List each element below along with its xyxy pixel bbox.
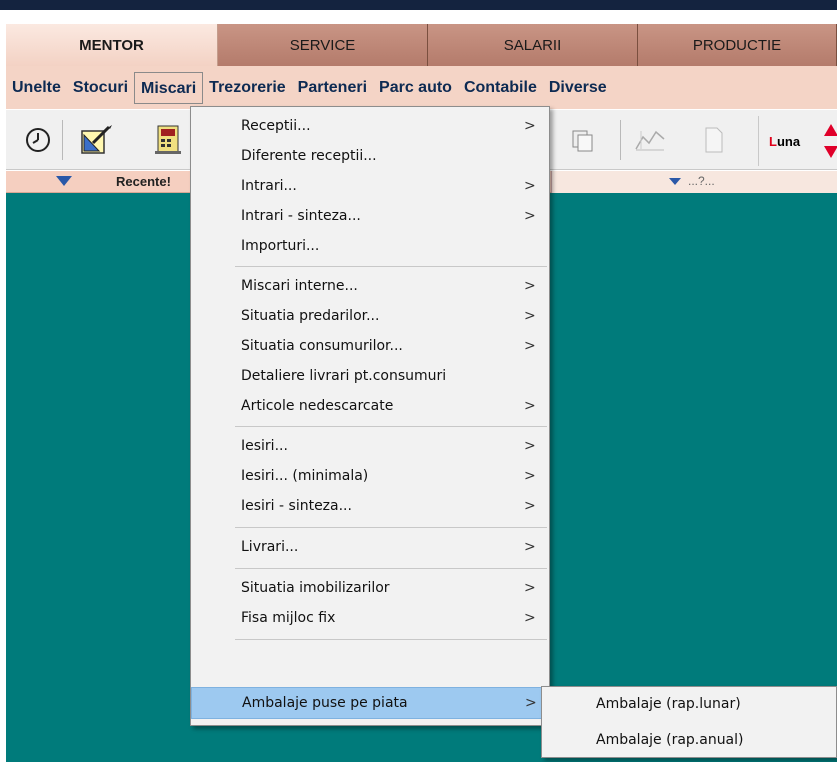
menu-item-label: Livrari... bbox=[241, 539, 299, 555]
menu-item-label: Intrari - sinteza... bbox=[241, 208, 361, 224]
chevron-right-icon: > bbox=[524, 539, 536, 555]
triangle-down-icon bbox=[56, 176, 72, 186]
menu-item-label: Ambalaje puse pe piata bbox=[242, 695, 408, 711]
chevron-right-icon: > bbox=[524, 468, 536, 484]
calculator-icon[interactable] bbox=[146, 118, 190, 162]
chevron-right-icon: > bbox=[524, 438, 536, 454]
chevron-right-icon: > bbox=[524, 498, 536, 514]
menu-bar: Unelte Stocuri Miscari Trezorerie Parten… bbox=[6, 66, 837, 109]
edit-document-icon[interactable] bbox=[74, 118, 118, 162]
menu-item-articole-nedescarcate[interactable]: Articole nedescarcate > bbox=[191, 391, 549, 421]
recent-label: Recente! bbox=[116, 174, 171, 189]
tab-productie[interactable]: PRODUCTIE bbox=[638, 24, 837, 66]
miscari-dropdown: Receptii... > Diferente receptii... Intr… bbox=[190, 106, 550, 726]
blank-page-icon[interactable] bbox=[692, 118, 736, 162]
menu-item-diferente-receptii[interactable]: Diferente receptii... bbox=[191, 141, 549, 171]
menu-stocuri[interactable]: Stocuri bbox=[67, 72, 134, 104]
menu-item-fisa-mijloc-fix[interactable]: Fisa mijloc fix > bbox=[191, 603, 549, 633]
spinner-icon[interactable] bbox=[823, 122, 837, 160]
title-bar bbox=[0, 0, 837, 10]
menu-separator bbox=[235, 527, 547, 528]
menu-item-iesiri[interactable]: Iesiri... > bbox=[191, 431, 549, 461]
menu-diverse[interactable]: Diverse bbox=[543, 72, 613, 104]
clock-icon[interactable] bbox=[16, 118, 60, 162]
menu-item-label: Importuri... bbox=[241, 238, 320, 254]
menu-item-label: Situatia predarilor... bbox=[241, 308, 380, 324]
tab-salarii[interactable]: SALARII bbox=[428, 24, 638, 66]
chart-icon[interactable] bbox=[628, 118, 672, 162]
submenu-item-rap-lunar[interactable]: Ambalaje (rap.lunar) bbox=[596, 696, 741, 712]
menu-item-label: Miscari interne... bbox=[241, 278, 358, 294]
luna-label-first: L bbox=[769, 133, 777, 149]
ambalaje-submenu: Ambalaje (rap.lunar) Ambalaje (rap.anual… bbox=[541, 686, 837, 758]
menu-miscari[interactable]: Miscari bbox=[134, 71, 204, 104]
tab-service[interactable]: SERVICE bbox=[218, 24, 428, 66]
menu-item-situatia-imobilizarilor[interactable]: Situatia imobilizarilor > bbox=[191, 573, 549, 603]
menu-item-receptii[interactable]: Receptii... > bbox=[191, 111, 549, 141]
chevron-right-icon: > bbox=[524, 208, 536, 224]
recent-panel[interactable]: Recente! bbox=[6, 171, 182, 193]
luna-label: una bbox=[776, 133, 801, 149]
chevron-right-icon: > bbox=[525, 695, 537, 711]
menu-parteneri[interactable]: Parteneri bbox=[292, 72, 373, 104]
menu-item-iesiri-minimala[interactable]: Iesiri... (minimala) > bbox=[191, 461, 549, 491]
menu-unelte[interactable]: Unelte bbox=[6, 72, 67, 104]
menu-separator bbox=[235, 426, 547, 427]
chevron-right-icon: > bbox=[524, 398, 536, 414]
chevron-right-icon: > bbox=[524, 178, 536, 194]
help-panel[interactable]: ...?... bbox=[551, 171, 837, 193]
menu-item-detaliere-livrari[interactable]: Detaliere livrari pt.consumuri bbox=[191, 361, 549, 391]
menu-item-ambalaje[interactable]: Ambalaje puse pe piata > bbox=[191, 687, 549, 719]
tab-mentor[interactable]: MENTOR bbox=[6, 24, 218, 66]
menu-separator bbox=[235, 568, 547, 569]
toolbar-separator bbox=[62, 120, 63, 160]
menu-separator bbox=[235, 639, 547, 640]
menu-trezorerie[interactable]: Trezorerie bbox=[203, 72, 291, 104]
menu-item-label: Iesiri... (minimala) bbox=[241, 468, 369, 484]
chevron-right-icon: > bbox=[524, 278, 536, 294]
menu-item-label: Receptii... bbox=[241, 118, 311, 134]
menu-item-situatia-predarilor[interactable]: Situatia predarilor... > bbox=[191, 301, 549, 331]
menu-item-intrari-sinteza[interactable]: Intrari - sinteza... > bbox=[191, 201, 549, 231]
chevron-right-icon: > bbox=[524, 610, 536, 626]
menu-item-livrari[interactable]: Livrari... > bbox=[191, 532, 549, 562]
menu-item-intrari[interactable]: Intrari... > bbox=[191, 171, 549, 201]
menu-item-label: Iesiri... bbox=[241, 438, 288, 454]
menu-contabile[interactable]: Contabile bbox=[458, 72, 543, 104]
menu-item-label: Iesiri - sinteza... bbox=[241, 498, 352, 514]
submenu-item-rap-anual[interactable]: Ambalaje (rap.anual) bbox=[596, 732, 744, 748]
menu-separator bbox=[235, 266, 547, 267]
menu-item-iesiri-sinteza[interactable]: Iesiri - sinteza... > bbox=[191, 491, 549, 521]
menu-item-label: Situatia imobilizarilor bbox=[241, 580, 390, 596]
toolbar-separator bbox=[620, 120, 621, 160]
menu-item-label: Fisa mijloc fix bbox=[241, 610, 336, 626]
module-tabs: MENTOR SERVICE SALARII PRODUCTIE bbox=[6, 24, 837, 66]
help-label: ...?... bbox=[688, 174, 715, 188]
triangle-down-icon bbox=[669, 178, 681, 185]
copy-documents-icon[interactable] bbox=[561, 118, 605, 162]
menu-item-importuri[interactable]: Importuri... bbox=[191, 231, 549, 261]
menu-item-label: Articole nedescarcate bbox=[241, 398, 394, 414]
menu-parc-auto[interactable]: Parc auto bbox=[373, 72, 458, 104]
menu-item-label: Detaliere livrari pt.consumuri bbox=[241, 368, 447, 384]
menu-item-miscari-interne[interactable]: Miscari interne... > bbox=[191, 271, 549, 301]
luna-selector[interactable]: Luna bbox=[758, 116, 837, 166]
chevron-right-icon: > bbox=[524, 308, 536, 324]
chevron-right-icon: > bbox=[524, 338, 536, 354]
chevron-right-icon: > bbox=[524, 118, 536, 134]
menu-item-label: Intrari... bbox=[241, 178, 297, 194]
chevron-right-icon: > bbox=[524, 580, 536, 596]
menu-item-label: Situatia consumurilor... bbox=[241, 338, 403, 354]
menu-item-label: Diferente receptii... bbox=[241, 148, 377, 164]
menu-item-situatia-consumurilor[interactable]: Situatia consumurilor... > bbox=[191, 331, 549, 361]
